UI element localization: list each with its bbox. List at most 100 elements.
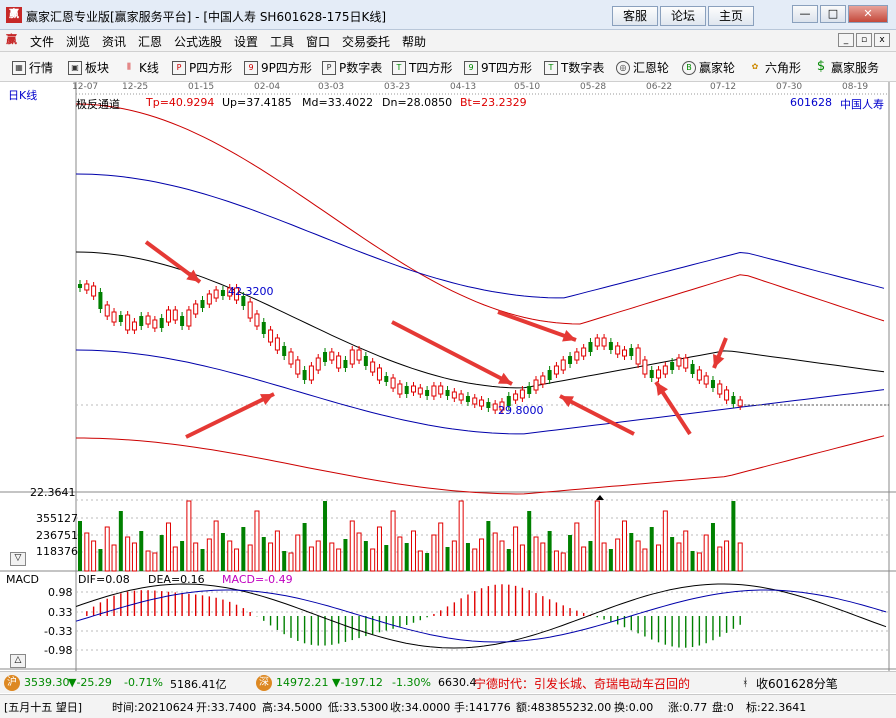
menu-trade[interactable]: 交易委托 — [342, 33, 390, 50]
volume-bar — [506, 549, 511, 571]
candle-body — [568, 356, 573, 364]
candle-body — [78, 284, 82, 288]
tool-p-table[interactable]: P P数字表 — [322, 59, 382, 76]
volume-bar — [91, 540, 97, 572]
menu-huien[interactable]: 汇恩 — [138, 33, 162, 50]
volume-bar — [131, 542, 137, 572]
volume-bar — [588, 541, 593, 571]
volume-bar — [621, 520, 627, 572]
close-button[interactable]: ✕ — [848, 5, 888, 23]
mdi-restore-button[interactable]: ▫ — [856, 33, 872, 47]
macd-tick-2: 0.33 — [48, 606, 73, 619]
sz-amount: 6630.4 — [438, 676, 477, 689]
maximize-button[interactable]: □ — [820, 5, 846, 23]
candle-body — [431, 385, 437, 397]
chart-area[interactable]: 日K线 极反通道 Tp=40.9294 Up=37.4185 Md=33.402… — [0, 82, 896, 694]
tool-p-square[interactable]: P P四方形 — [172, 59, 232, 76]
candle-body — [710, 380, 715, 388]
tool-9p-square[interactable]: 9 9P四方形 — [244, 59, 312, 76]
home-button[interactable]: 主页 — [708, 6, 754, 26]
volume-bar — [601, 542, 607, 572]
menu-info[interactable]: 资讯 — [102, 33, 126, 50]
candle-body — [601, 337, 607, 347]
status-hand: 手:141776 — [454, 701, 511, 714]
volume-bar — [98, 549, 103, 571]
tool-t-table[interactable]: T T数字表 — [544, 59, 604, 76]
date-tick: 06-22 — [646, 82, 673, 92]
tool-sectors[interactable]: ▣ 板块 — [68, 59, 109, 76]
tool-winner-wheel[interactable]: B 赢家轮 — [682, 59, 735, 76]
app-menu-icon[interactable]: 赢 — [6, 33, 20, 47]
candle-body — [670, 362, 675, 370]
tool-kline[interactable]: ⫼ K线 — [122, 59, 159, 76]
candle-body — [390, 377, 396, 389]
tool-service[interactable]: $ 赢家服务 — [814, 59, 879, 76]
date-tick: 05-28 — [580, 82, 607, 92]
volume-bar — [540, 542, 546, 572]
candle-body — [145, 315, 151, 325]
candle-body — [302, 370, 307, 380]
menu-browse[interactable]: 浏览 — [66, 33, 90, 50]
candle-body — [349, 349, 355, 365]
volume-bar — [139, 531, 144, 571]
volume-bar — [703, 534, 709, 572]
news-ticker[interactable]: 宁德时代：引发长城、奇瑞电动车召回的 — [474, 675, 726, 692]
mdi-minimize-button[interactable]: _ — [838, 33, 854, 47]
candle-body — [180, 316, 185, 326]
volume-bar — [533, 536, 539, 572]
candle-body — [683, 357, 689, 369]
tool-quotes[interactable]: ▦ 行情 — [12, 59, 53, 76]
volume-bar — [206, 538, 212, 572]
vol-tick-1: 355127 — [36, 512, 78, 525]
volume-bar — [254, 510, 260, 572]
scroll-down-icon[interactable]: ▽ — [10, 552, 26, 566]
tick-detail-link[interactable]: 收601628分笔 — [756, 675, 838, 692]
service-button[interactable]: 客服 — [612, 6, 658, 26]
high-price-label: 42.3200 — [228, 285, 274, 298]
big-wheel-icon: B — [682, 60, 696, 75]
scroll-up-icon[interactable]: △ — [10, 654, 26, 668]
menu-settings[interactable]: 设置 — [234, 33, 258, 50]
date-tick: 12-25 — [122, 82, 149, 92]
volume-bar — [417, 550, 423, 572]
tool-huien-wheel[interactable]: ◎ 汇恩轮 — [616, 59, 669, 76]
status-open: 开:33.7400 — [196, 701, 257, 714]
volume-bar — [690, 551, 695, 571]
volume-bar — [492, 532, 498, 572]
blocks-icon: ▣ — [68, 60, 82, 75]
candle-body — [308, 365, 314, 381]
sz-index-icon: 深 — [256, 675, 272, 691]
volume-bar — [220, 533, 225, 571]
menu-file[interactable]: 文件 — [30, 33, 54, 50]
forum-button[interactable]: 论坛 — [660, 6, 706, 26]
tool-hexagon[interactable]: ✿ 六角形 — [748, 59, 801, 76]
macd-tick-4: -0.98 — [44, 644, 73, 657]
date-tick: 03-23 — [384, 82, 411, 92]
volume-bar — [159, 535, 164, 571]
volume-bar — [438, 522, 444, 572]
candle-body — [445, 390, 450, 396]
volume-bar — [656, 544, 662, 572]
grid-icon: ▦ — [12, 60, 26, 75]
volume-bar — [574, 522, 580, 572]
candle-body — [118, 315, 123, 322]
kline-chart-svg[interactable] — [0, 82, 896, 671]
toolbar: ▦ 行情 ▣ 板块 ⫼ K线 P P四方形 9 9P四方形 P P数字表 T T四方形 9 9T… — [0, 52, 896, 82]
volume-bar — [172, 546, 178, 572]
candle-body — [527, 386, 532, 394]
minimize-button[interactable]: — — [792, 5, 818, 23]
vol-tick-2: 236751 — [36, 529, 78, 542]
menu-help[interactable]: 帮助 — [402, 33, 426, 50]
menu-formula[interactable]: 公式选股 — [174, 33, 222, 50]
menu-window[interactable]: 窗口 — [306, 33, 330, 50]
tool-t-square[interactable]: T T四方形 — [392, 59, 452, 76]
dn-value: Dn=28.0850 — [382, 96, 453, 109]
dollar-icon: $ — [816, 58, 826, 74]
volume-bar — [696, 552, 702, 572]
menu-tools[interactable]: 工具 — [270, 33, 294, 50]
mdi-close-button[interactable]: x — [874, 33, 890, 47]
tool-9t-square[interactable]: 9 9T四方形 — [464, 59, 532, 76]
volume-bar — [118, 511, 123, 571]
volume-bar — [547, 531, 552, 571]
arrowhead-icon — [562, 330, 576, 342]
